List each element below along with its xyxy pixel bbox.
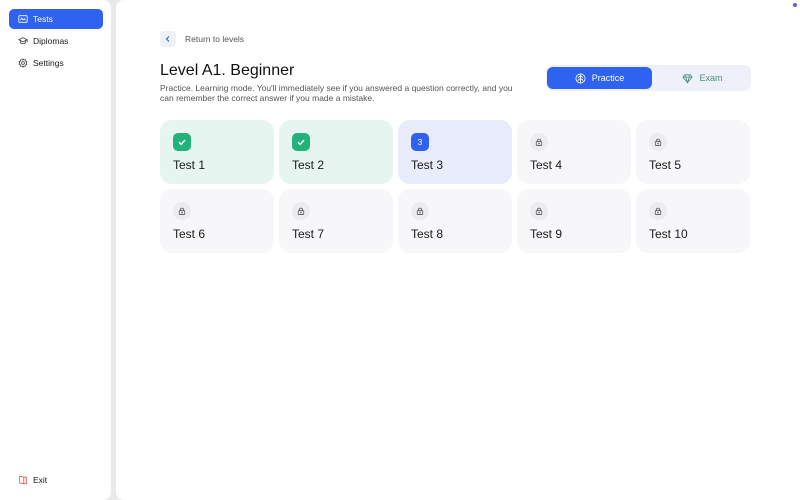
completed-badge [173, 133, 191, 151]
sidebar-item-diplomas[interactable]: Diplomas [9, 31, 103, 51]
test-card-2[interactable]: Test 2 [279, 120, 393, 184]
locked-badge [173, 202, 191, 220]
lock-icon [535, 138, 543, 146]
status-indicator [793, 3, 797, 7]
page-title: Level A1. Beginner [160, 62, 295, 79]
practice-label: Practice [591, 73, 625, 83]
sidebar-item-label: Tests [33, 13, 53, 24]
test-card-3[interactable]: 3 Test 3 [398, 120, 512, 184]
test-name: Test 10 [649, 227, 688, 241]
exit-icon [19, 475, 27, 485]
exit-label: Exit [33, 474, 48, 485]
back-button[interactable] [160, 31, 176, 47]
locked-badge [292, 202, 310, 220]
sidebar-item-tests[interactable]: Tests [9, 9, 103, 29]
practice-button[interactable]: Practice [547, 67, 652, 89]
diamond-icon [682, 73, 694, 84]
test-card-9: Test 9 [517, 189, 631, 253]
tests-grid: Test 1 Test 2 3 Test 3 Test 4 Test 5 Test 6 Tes… [160, 120, 751, 253]
graduation-cap-icon [18, 37, 28, 45]
brain-icon [575, 73, 586, 83]
sidebar-item-label: Settings [33, 57, 64, 68]
test-card-8: Test 8 [398, 189, 512, 253]
test-card-10: Test 10 [636, 189, 750, 253]
back-link[interactable]: Return to levels [185, 34, 244, 44]
test-card-1[interactable]: Test 1 [160, 120, 274, 184]
sidebar-item-label: Diplomas [33, 35, 69, 46]
lock-icon [535, 207, 543, 215]
exam-label: Exam [699, 73, 723, 83]
lock-icon [297, 207, 305, 215]
sidebar: Tests Diplomas Settings Exit [0, 0, 111, 500]
locked-badge [411, 202, 429, 220]
sidebar-item-settings[interactable]: Settings [9, 53, 103, 73]
lock-icon [416, 207, 424, 215]
lock-icon [654, 138, 662, 146]
mode-description: Practice. Learning mode. You'll immediat… [160, 83, 513, 103]
locked-badge [530, 202, 548, 220]
test-name: Test 9 [530, 227, 563, 241]
completed-badge [292, 133, 310, 151]
test-card-7: Test 7 [279, 189, 393, 253]
check-icon [178, 139, 186, 146]
exam-button[interactable]: Exam [650, 67, 755, 89]
test-card-6: Test 6 [160, 189, 274, 253]
gear-icon [18, 58, 28, 68]
locked-badge [530, 133, 548, 151]
chevron-left-icon [165, 36, 170, 42]
exit-button[interactable]: Exit [9, 470, 103, 490]
test-name: Test 5 [649, 158, 682, 172]
locked-badge [649, 202, 667, 220]
test-name: Test 2 [292, 158, 325, 172]
test-name: Test 6 [173, 227, 206, 241]
current-test-badge: 3 [411, 133, 429, 151]
tests-icon [18, 15, 28, 23]
locked-badge [649, 133, 667, 151]
check-icon [297, 139, 305, 146]
test-name: Test 4 [530, 158, 563, 172]
lock-icon [654, 207, 662, 215]
test-name: Test 1 [173, 158, 206, 172]
test-card-4: Test 4 [517, 120, 631, 184]
test-name: Test 8 [411, 227, 444, 241]
test-name: Test 7 [292, 227, 325, 241]
test-name: Test 3 [411, 158, 444, 172]
test-card-5: Test 5 [636, 120, 750, 184]
main-panel: Return to levels Level A1. Beginner Prac… [116, 0, 800, 500]
lock-icon [178, 207, 186, 215]
mode-switch: Practice Exam [546, 65, 751, 91]
